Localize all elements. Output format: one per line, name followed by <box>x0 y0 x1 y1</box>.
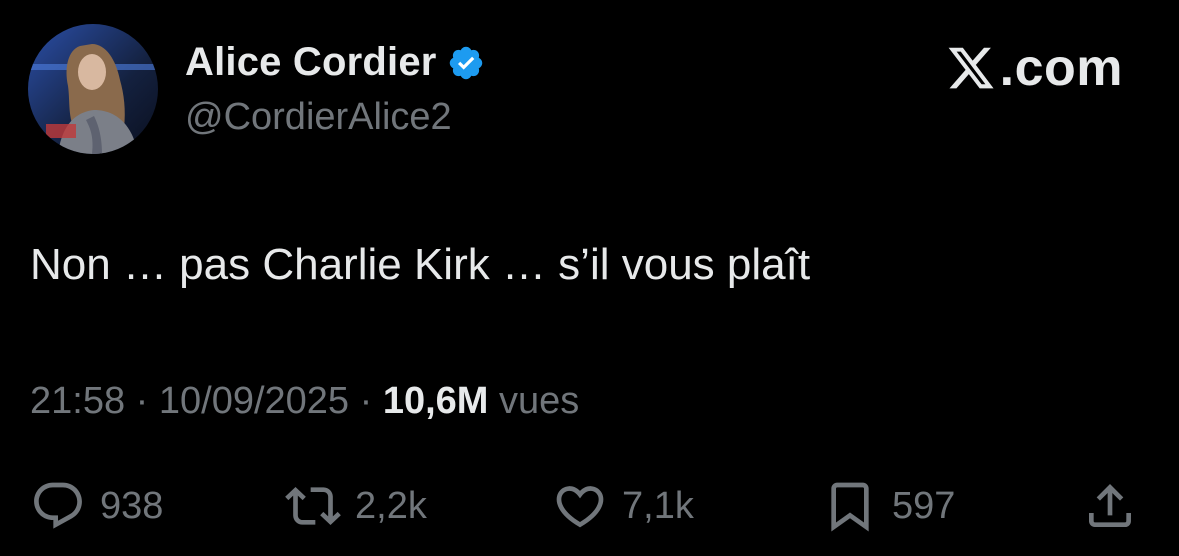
meta-separator: · <box>135 380 149 422</box>
avatar[interactable] <box>28 24 158 154</box>
share-button[interactable] <box>1082 478 1138 534</box>
share-icon <box>1089 484 1131 527</box>
author-display-name[interactable]: Alice Cordier <box>185 40 437 85</box>
repost-icon <box>285 487 341 525</box>
tweet-time[interactable]: 21:58 <box>30 380 125 422</box>
repost-count: 2,2k <box>355 484 427 527</box>
meta-separator: · <box>359 380 373 422</box>
tweet-date[interactable]: 10/09/2025 <box>159 380 349 422</box>
brand-domain: .com <box>999 39 1123 97</box>
like-button[interactable]: 7,1k <box>552 478 694 534</box>
tweet-meta: 21:58 · 10/09/2025 · 10,6M vues <box>30 380 579 423</box>
author-name-row: Alice Cordier <box>185 40 485 85</box>
x-logo-icon <box>948 47 994 89</box>
bookmark-button[interactable]: 597 <box>822 478 955 534</box>
bookmark-icon <box>831 482 869 532</box>
verified-badge-icon <box>449 46 482 79</box>
reply-count: 938 <box>100 484 164 527</box>
bookmark-count: 597 <box>892 484 956 527</box>
tweet-text: Non … pas Charlie Kirk … s’il vous plaît <box>30 240 811 289</box>
views-count: 10,6M <box>382 380 489 422</box>
reply-button[interactable]: 938 <box>30 478 163 534</box>
repost-button[interactable]: 2,2k <box>285 478 427 534</box>
reply-icon <box>34 482 82 529</box>
like-count: 7,1k <box>622 484 694 527</box>
brand-logo: .com <box>944 38 1123 98</box>
avatar-photo <box>28 24 158 154</box>
views-label: vues <box>499 380 580 422</box>
author-handle[interactable]: @CordierAlice2 <box>185 96 452 139</box>
tweet-actions: 938 2,2k 7,1k 597 <box>30 478 1150 534</box>
heart-icon <box>556 486 604 528</box>
